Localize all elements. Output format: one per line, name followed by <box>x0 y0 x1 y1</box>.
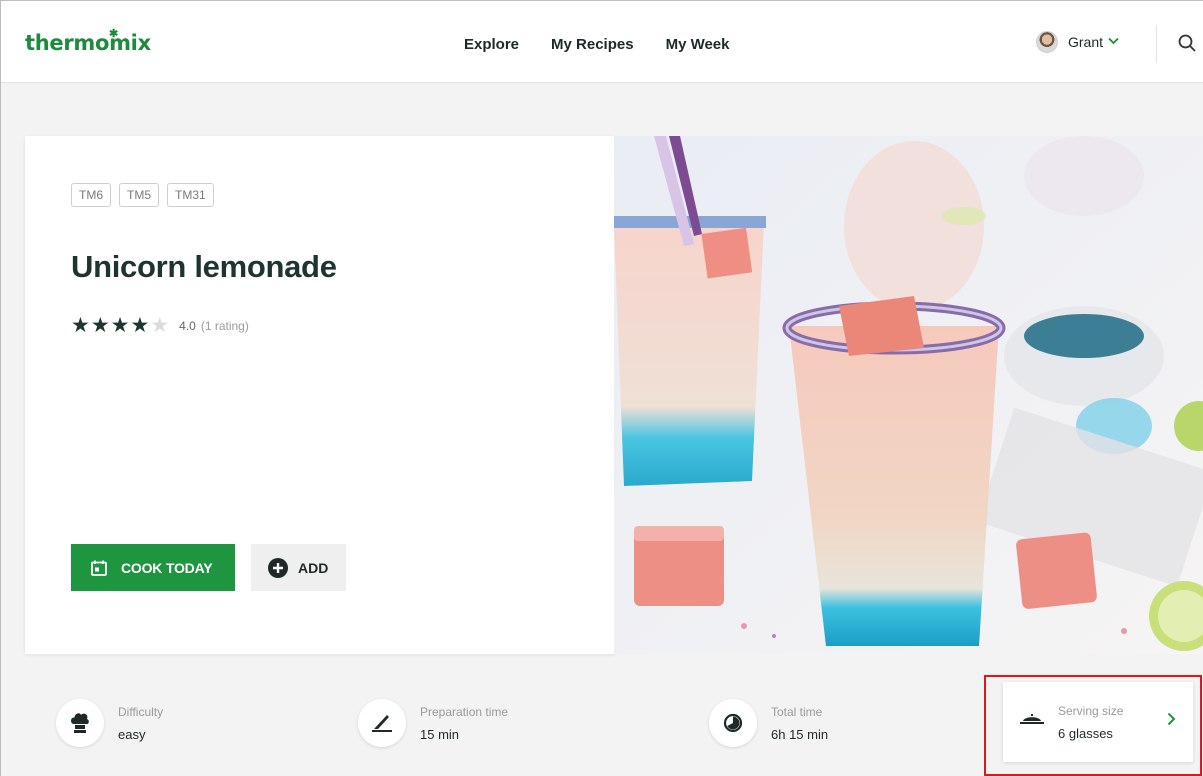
plus-circle-icon <box>268 557 288 578</box>
device-tags: TM6 TM5 TM31 <box>71 183 222 207</box>
info-total-time: Total time 6h 15 min <box>709 699 828 747</box>
total-time-value: 6h 15 min <box>771 726 829 742</box>
nav-my-week[interactable]: My Week <box>666 36 730 53</box>
star-icon: ★ <box>71 314 90 337</box>
thermomix-logo[interactable]: thermomix <box>25 31 151 55</box>
recipe-summary-card: TM6 TM5 TM31 Unicorn lemonade ★ ★ ★ ★ ★ … <box>25 136 615 654</box>
star-icon: ★ <box>130 314 150 337</box>
knife-icon <box>358 699 406 747</box>
cook-today-label: COOK TODAY <box>121 559 213 576</box>
rating-count: (1 rating) <box>200 319 249 333</box>
add-button[interactable]: ADD <box>251 544 346 591</box>
avatar <box>1036 31 1058 53</box>
recipe-photo <box>614 136 1203 654</box>
chef-hat-icon <box>56 699 104 747</box>
search-icon[interactable] <box>1178 34 1196 57</box>
nav-explore[interactable]: Explore <box>464 36 519 53</box>
rating[interactable]: ★ ★ ★ ★ ★ 4.0 (1 rating) <box>71 315 249 337</box>
tag-tm5: TM5 <box>119 183 159 207</box>
difficulty-value: easy <box>118 726 146 742</box>
tag-tm6: TM6 <box>71 183 111 207</box>
star-icon: ★ <box>110 314 130 337</box>
prep-time-value: 15 min <box>420 726 460 742</box>
chevron-down-icon <box>1108 36 1119 48</box>
highlight-box <box>984 675 1202 776</box>
star-empty-icon: ★ <box>150 314 170 337</box>
rating-value: 4.0 <box>179 319 196 333</box>
cook-today-button[interactable]: COOK TODAY <box>71 544 235 591</box>
logo-star-icon: ✱ <box>109 28 119 40</box>
star-icon: ★ <box>90 314 110 337</box>
user-name: Grant <box>1068 34 1104 50</box>
nav-my-recipes[interactable]: My Recipes <box>551 36 634 53</box>
main-nav: Explore My Recipes My Week <box>464 36 762 53</box>
info-prep-time: Preparation time 15 min <box>358 699 508 747</box>
info-difficulty: Difficulty easy <box>56 699 163 747</box>
calendar-icon <box>91 560 107 576</box>
timer-icon <box>709 699 757 747</box>
recipe-title: Unicorn lemonade <box>71 249 337 284</box>
user-menu[interactable]: Grant <box>1036 31 1119 53</box>
top-header: thermomix ✱ Explore My Recipes My Week G… <box>1 1 1203 83</box>
difficulty-label: Difficulty <box>118 704 164 719</box>
add-label: ADD <box>298 559 329 576</box>
app-window: thermomix ✱ Explore My Recipes My Week G… <box>0 0 1203 776</box>
total-time-label: Total time <box>771 704 823 719</box>
prep-time-label: Preparation time <box>420 704 509 719</box>
tag-tm31: TM31 <box>167 183 214 207</box>
header-divider <box>1156 25 1157 63</box>
